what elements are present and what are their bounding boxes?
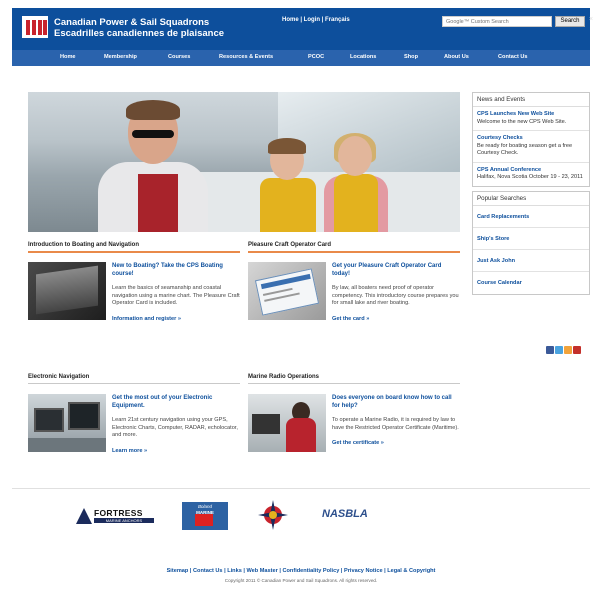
partner-logos: FORTRESS MARINE ANCHORS Boland MARINE NA… xyxy=(12,490,590,550)
news-title[interactable]: Courtesy Checks xyxy=(477,135,585,143)
gps-photo xyxy=(28,394,106,452)
nav-item-pcoc[interactable]: PCOC xyxy=(308,54,324,60)
chart-photo xyxy=(28,262,106,320)
nav-item-shop[interactable]: Shop xyxy=(404,54,418,60)
news-body: Halifax, Nova Scotia October 19 - 23, 20… xyxy=(477,174,583,180)
nasbla-logo[interactable]: NASBLA xyxy=(322,508,392,526)
section-body: By law, all boaters need proof of operat… xyxy=(332,284,459,307)
section-marine-radio: Marine Radio Operations Does everyone on… xyxy=(248,374,460,474)
rss-icon[interactable] xyxy=(564,346,572,354)
section-title: Pleasure Craft Operator Card xyxy=(248,242,460,253)
section-body: Learn 21st century navigation using your… xyxy=(112,416,238,439)
news-box: News and Events CPS Launches New Web Sit… xyxy=(472,92,590,187)
nav-item-about-us[interactable]: About Us xyxy=(444,54,469,60)
section-lead[interactable]: Does everyone on board know how to call … xyxy=(332,394,460,411)
popular-link-just-ask-john[interactable]: Just Ask John xyxy=(473,250,589,272)
brand-name-english[interactable]: Canadian Power & Sail Squadrons xyxy=(54,17,209,28)
main-nav: Home Membership Courses Resources & Even… xyxy=(12,50,590,66)
section-electronic-navigation: Electronic Navigation Get the most out o… xyxy=(28,374,240,474)
info-register-link[interactable]: Information and register » xyxy=(112,316,240,324)
nav-item-resources-events[interactable]: Resources & Events xyxy=(219,54,273,60)
footer-divider xyxy=(12,488,590,489)
section-intro-boating: Introduction to Boating and Navigation N… xyxy=(28,242,240,360)
popular-link-card-replacements[interactable]: Card Replacements xyxy=(473,206,589,228)
section-lead[interactable]: Get the most out of your Electronic Equi… xyxy=(112,394,240,411)
facebook-icon[interactable] xyxy=(546,346,554,354)
social-icons xyxy=(546,346,582,356)
popular-box: Popular Searches Card Replacements Ship'… xyxy=(472,190,590,295)
twitter-icon[interactable] xyxy=(555,346,563,354)
nav-item-contact-us[interactable]: Contact Us xyxy=(498,54,528,60)
section-title: Electronic Navigation xyxy=(28,374,240,384)
hero-photo xyxy=(28,92,460,232)
footer-links[interactable]: Sitemap | Contact Us | Links | Web Maste… xyxy=(0,568,602,574)
section-title: Introduction to Boating and Navigation xyxy=(28,242,240,253)
section-body: Learn the basics of seamanship and coast… xyxy=(112,284,240,307)
youtube-icon[interactable] xyxy=(573,346,581,354)
fortress-logo[interactable]: FORTRESS MARINE ANCHORS xyxy=(76,506,154,530)
news-heading: News and Events xyxy=(473,93,589,107)
news-item[interactable]: CPS Launches New Web Site Welcome to the… xyxy=(473,107,589,131)
close-icon[interactable]: × xyxy=(589,16,593,23)
popular-heading: Popular Searches xyxy=(473,191,589,206)
get-certificate-link[interactable]: Get the certificate » xyxy=(332,440,460,448)
nav-item-home[interactable]: Home xyxy=(60,54,76,60)
news-body: Welcome to the new CPS Web Site. xyxy=(477,118,567,125)
news-item[interactable]: Courtesy Checks Be ready for boating sea… xyxy=(473,131,589,163)
popular-link-ships-store[interactable]: Ship's Store xyxy=(473,228,589,250)
compass-rose-logo[interactable] xyxy=(258,500,288,530)
get-card-link[interactable]: Get the card » xyxy=(332,316,460,324)
search-button[interactable]: Search xyxy=(555,16,585,27)
section-lead[interactable]: Get your Pleasure Craft Operator Card to… xyxy=(332,262,460,279)
popular-link-course-calendar[interactable]: Course Calendar xyxy=(473,272,589,294)
copyright-text: Copyright 2011 © Canadian Power and Sail… xyxy=(224,578,378,583)
section-body: To operate a Marine Radio, it is require… xyxy=(332,416,459,431)
section-pcoc: Pleasure Craft Operator Card Get your Pl… xyxy=(248,242,460,360)
nav-item-membership[interactable]: Membership xyxy=(104,54,137,60)
top-links[interactable]: Home | Login | Français xyxy=(282,17,350,23)
news-title[interactable]: CPS Launches New Web Site xyxy=(477,111,585,119)
sidebar: News and Events CPS Launches New Web Sit… xyxy=(472,92,590,295)
section-lead[interactable]: New to Boating? Take the CPS Boating cou… xyxy=(112,262,240,279)
operator-card-photo xyxy=(248,262,326,320)
learn-more-link[interactable]: Learn more » xyxy=(112,448,240,456)
nav-item-courses[interactable]: Courses xyxy=(168,54,190,60)
section-title: Marine Radio Operations xyxy=(248,374,460,384)
news-body: Be ready for boating season get a free C… xyxy=(477,142,573,157)
news-title[interactable]: CPS Annual Conference xyxy=(477,167,585,175)
site-header: Canadian Power & Sail Squadrons Escadril… xyxy=(12,8,593,50)
radio-photo xyxy=(248,394,326,452)
brand-name-french[interactable]: Escadrilles canadiennes de plaisance xyxy=(54,28,224,39)
news-item[interactable]: CPS Annual Conference Halifax, Nova Scot… xyxy=(473,163,589,186)
boland-marine-logo[interactable]: Boland MARINE xyxy=(182,502,228,530)
nav-item-locations[interactable]: Locations xyxy=(350,54,376,60)
cps-logo[interactable] xyxy=(22,16,48,38)
search-input[interactable] xyxy=(442,16,552,27)
